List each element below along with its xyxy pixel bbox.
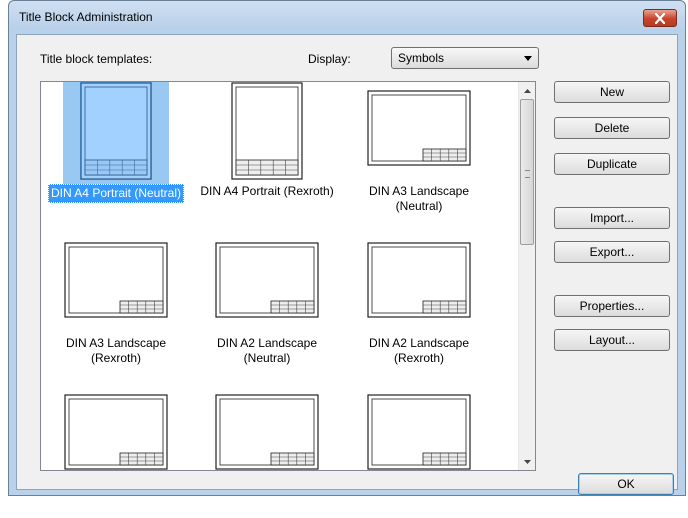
window-title: Title Block Administration <box>19 10 153 24</box>
title-block-preview <box>367 242 471 318</box>
scroll-up-button[interactable] <box>519 82 535 99</box>
scrollbar-thumb[interactable] <box>520 99 534 245</box>
display-dropdown-value: Symbols <box>398 51 445 65</box>
scroll-down-icon <box>523 459 531 464</box>
new-button[interactable]: New <box>554 81 670 103</box>
title-block-preview <box>367 90 471 166</box>
template-caption-line1: DIN A4 Portrait (Neutral) <box>47 184 185 203</box>
template-caption-line2: (Rexroth) <box>393 351 444 365</box>
delete-button[interactable]: Delete <box>554 117 670 139</box>
selection-tint <box>80 82 152 180</box>
title-block-preview <box>80 82 152 180</box>
ok-button[interactable]: OK <box>578 473 674 495</box>
template-caption-line1: DIN A2 Landscape <box>216 336 318 350</box>
display-label: Display: <box>308 52 351 66</box>
template-caption-line2: (Rexroth) <box>90 351 141 365</box>
close-icon <box>654 12 666 24</box>
dropdown-arrow-icon <box>524 56 532 61</box>
duplicate-button[interactable]: Duplicate <box>554 153 670 175</box>
export-button[interactable]: Export... <box>554 241 670 263</box>
template-caption: DIN A3 Landscape (Neutral) <box>344 184 494 214</box>
scroll-down-button[interactable] <box>519 453 535 470</box>
properties-button[interactable]: Properties... <box>554 295 670 317</box>
dialog-client-area: Title block templates: Display: Symbols … <box>16 34 678 495</box>
title-block-preview <box>64 242 168 318</box>
template-caption: DIN A2 Landscape (Rexroth) <box>344 336 494 366</box>
template-caption: DIN A4 Portrait (Rexroth) <box>192 184 342 199</box>
template-caption-line1: DIN A3 Landscape <box>368 184 470 198</box>
layout-button[interactable]: Layout... <box>554 329 670 351</box>
close-button[interactable] <box>643 9 677 27</box>
template-caption-line1: DIN A3 Landscape <box>65 336 167 350</box>
template-caption: DIN A4 Portrait (Neutral) <box>41 184 191 203</box>
vertical-scrollbar[interactable] <box>518 82 535 470</box>
template-caption: DIN A2 Landscape (Neutral) <box>192 336 342 366</box>
template-caption-line2: (Neutral) <box>243 351 291 365</box>
title-block-preview <box>215 242 319 318</box>
template-caption-line1: DIN A2 Landscape <box>368 336 470 350</box>
title-block-preview-partial <box>64 394 168 470</box>
title-block-preview-partial <box>215 394 319 470</box>
template-caption-line2: (Neutral) <box>395 199 443 213</box>
display-dropdown[interactable]: Symbols <box>391 47 539 69</box>
template-caption: DIN A3 Landscape (Rexroth) <box>41 336 191 366</box>
templates-label: Title block templates: <box>40 52 153 66</box>
dialog-window: Title Block Administration Title block t… <box>8 0 686 496</box>
title-bar[interactable]: Title Block Administration <box>9 1 685 31</box>
title-block-preview <box>231 82 303 180</box>
scrollbar-grip-icon <box>525 170 530 178</box>
template-caption-line1: DIN A4 Portrait (Rexroth) <box>200 184 334 198</box>
title-block-preview-partial <box>367 394 471 470</box>
scroll-up-icon <box>523 88 531 93</box>
import-button[interactable]: Import... <box>554 207 670 229</box>
templates-list[interactable]: DIN A4 Portrait (Neutral) DIN A4 Portrait… <box>40 81 536 471</box>
